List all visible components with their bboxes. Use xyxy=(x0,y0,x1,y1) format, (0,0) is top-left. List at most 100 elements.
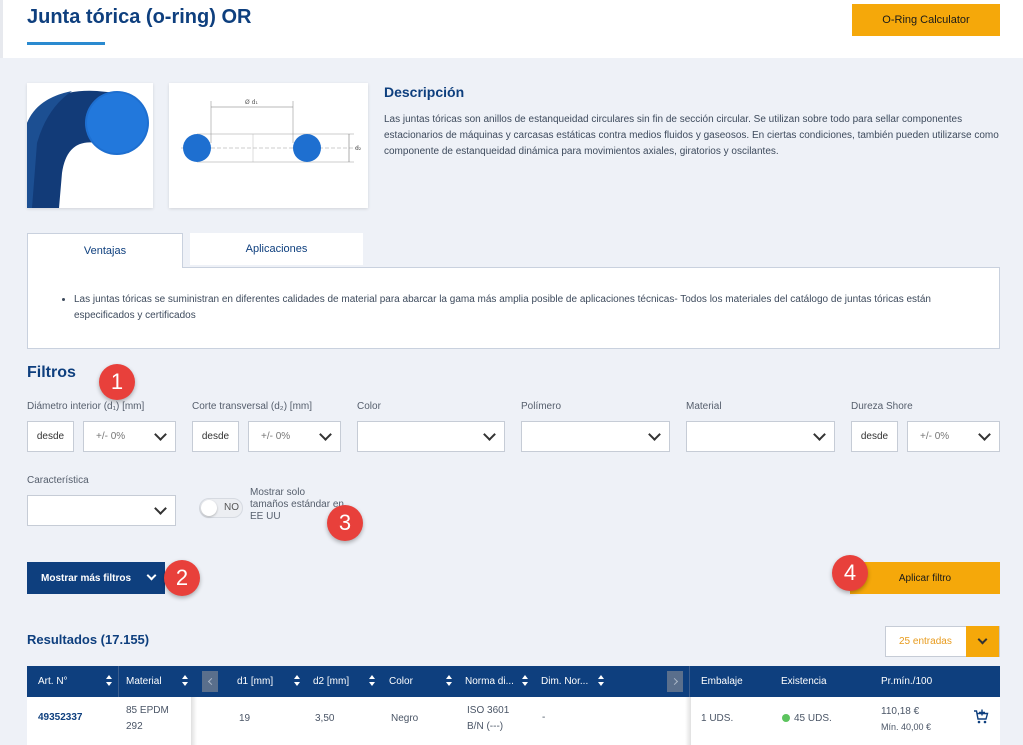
art-no-link[interactable]: 49352337 xyxy=(38,712,83,723)
cross-section-from-input[interactable]: desde xyxy=(192,421,239,452)
oring-calculator-button[interactable]: O-Ring Calculator xyxy=(852,4,1000,36)
col-stock: Existencia xyxy=(781,676,827,687)
toggle-knob xyxy=(201,500,217,516)
chevron-down-icon xyxy=(319,427,332,441)
cross-section-tolerance-select[interactable]: +/- 0% xyxy=(248,421,341,452)
annotation-badge-1: 1 xyxy=(99,364,135,400)
oring-drawing: Ø d₁ d₂ xyxy=(169,83,368,208)
stock-value: 45 UDS. xyxy=(794,713,832,724)
sort-icon[interactable] xyxy=(446,675,452,687)
scroll-shadow-right xyxy=(685,697,691,745)
tab-panel: Las juntas tóricas se suministran en dif… xyxy=(27,267,1000,349)
apply-filter-button[interactable]: Aplicar filtro xyxy=(850,562,1000,594)
column-divider xyxy=(689,666,690,697)
entries-dropdown-button[interactable] xyxy=(966,626,999,657)
color-cell: Negro xyxy=(391,713,419,724)
annotation-badge-2: 2 xyxy=(164,560,200,596)
min-price-cell: Mín. 40,00 € xyxy=(881,722,932,732)
oring-photo xyxy=(27,83,153,208)
characteristic-label: Característica xyxy=(27,475,89,486)
table-row[interactable]: 49352337 85 EPDM 292 19 3,50 Negro ISO 3… xyxy=(27,697,1000,745)
chevron-down-icon xyxy=(483,427,496,441)
results-title: Resultados (17.155) xyxy=(27,632,150,647)
d2-cell: 3,50 xyxy=(315,713,335,724)
inner-diameter-from-input[interactable]: desde xyxy=(27,421,74,452)
tab-ventajas[interactable]: Ventajas xyxy=(27,233,183,268)
d2-dimension-label: d₂ xyxy=(355,145,362,152)
description-title: Descripción xyxy=(384,84,465,100)
polymer-label: Polímero xyxy=(521,401,562,412)
chevron-down-icon xyxy=(154,427,167,441)
tolerance-value: +/- 0% xyxy=(261,431,291,442)
us-standard-sizes-toggle[interactable]: NO xyxy=(199,498,243,518)
toggle-state: NO xyxy=(224,502,239,513)
tab-aplicaciones[interactable]: Aplicaciones xyxy=(190,233,363,265)
scroll-left-button[interactable] xyxy=(202,671,218,692)
description-text: Las juntas tóricas son anillos de estanq… xyxy=(384,114,999,157)
d1-cell: 19 xyxy=(239,713,251,724)
title-underline xyxy=(27,42,105,45)
stock-cell: 45 UDS. xyxy=(782,713,832,724)
inner-diameter-label: Diámetro interior (d₁) [mm] xyxy=(27,401,145,412)
sort-icon[interactable] xyxy=(598,675,604,687)
in-stock-dot-icon xyxy=(782,714,790,722)
annotation-badge-3: 3 xyxy=(327,505,363,541)
dim-norm-cell: - xyxy=(542,712,546,723)
tolerance-value: +/- 0% xyxy=(96,431,126,442)
sort-icon[interactable] xyxy=(294,675,300,687)
norm-cell-line2: B/N (---) xyxy=(467,721,504,732)
chevron-down-icon xyxy=(978,427,991,441)
col-dim-norm[interactable]: Dim. Nor... xyxy=(541,666,588,697)
cross-section-label: Corte transversal (d₂) [mm] xyxy=(192,401,313,412)
col-color[interactable]: Color xyxy=(389,666,413,697)
chevron-down-icon xyxy=(813,427,826,441)
page-title: Junta tórica (o-ring) OR xyxy=(27,6,252,28)
chevron-down-icon xyxy=(648,427,661,441)
more-filters-label: Mostrar más filtros xyxy=(41,572,132,584)
sort-icon[interactable] xyxy=(182,675,188,687)
col-art-no[interactable]: Art. N° xyxy=(38,666,68,697)
hardness-label: Dureza Shore xyxy=(851,401,913,412)
tolerance-value: +/- 0% xyxy=(920,431,950,442)
col-d1[interactable]: d1 [mm] xyxy=(237,666,273,697)
color-select[interactable] xyxy=(357,421,505,452)
col-norm[interactable]: Norma di... xyxy=(465,666,514,697)
d1-dimension-label: Ø d₁ xyxy=(245,99,258,106)
characteristic-select[interactable] xyxy=(27,495,176,526)
color-label: Color xyxy=(357,401,381,412)
polymer-select[interactable] xyxy=(521,421,670,452)
norm-cell-line1: ISO 3601 xyxy=(467,705,510,716)
sort-icon[interactable] xyxy=(369,675,375,687)
price-cell: 110,18 € xyxy=(881,706,920,717)
arrow-left-icon xyxy=(207,677,215,686)
sort-icon[interactable] xyxy=(522,675,528,687)
scroll-right-button[interactable] xyxy=(667,671,683,692)
packaging-cell: 1 UDS. xyxy=(701,713,734,724)
material-label: Material xyxy=(686,401,722,412)
material-select[interactable] xyxy=(686,421,835,452)
hardness-tolerance-select[interactable]: +/- 0% xyxy=(907,421,1000,452)
column-divider xyxy=(118,666,119,697)
material-cell-line2: 292 xyxy=(126,721,143,732)
entries-per-page-select[interactable]: 25 entradas xyxy=(885,626,1000,657)
chevron-down-icon xyxy=(154,501,167,515)
results-table-header: Art. N° Material d1 [mm] d2 [mm] Color N… xyxy=(27,666,1000,697)
annotation-badge-4: 4 xyxy=(832,555,868,591)
filters-title: Filtros xyxy=(27,364,76,381)
header-edge xyxy=(0,0,3,58)
add-to-cart-icon[interactable] xyxy=(973,709,989,728)
hardness-from-input[interactable]: desde xyxy=(851,421,898,452)
col-d2[interactable]: d2 [mm] xyxy=(313,666,349,697)
scroll-shadow-left xyxy=(191,697,197,745)
entries-value: 25 entradas xyxy=(899,636,952,647)
inner-diameter-tolerance-select[interactable]: +/- 0% xyxy=(83,421,176,452)
chevron-down-icon xyxy=(146,570,157,581)
col-price: Pr.mín./100 xyxy=(881,676,933,687)
advantage-bullet: Las juntas tóricas se suministran en dif… xyxy=(74,292,984,324)
col-material[interactable]: Material xyxy=(126,666,162,697)
col-packaging: Embalaje xyxy=(701,676,743,687)
more-filters-button[interactable]: Mostrar más filtros xyxy=(27,562,165,594)
arrow-right-icon xyxy=(670,677,678,686)
chevron-down-icon xyxy=(977,634,988,644)
sort-icon[interactable] xyxy=(106,675,112,687)
